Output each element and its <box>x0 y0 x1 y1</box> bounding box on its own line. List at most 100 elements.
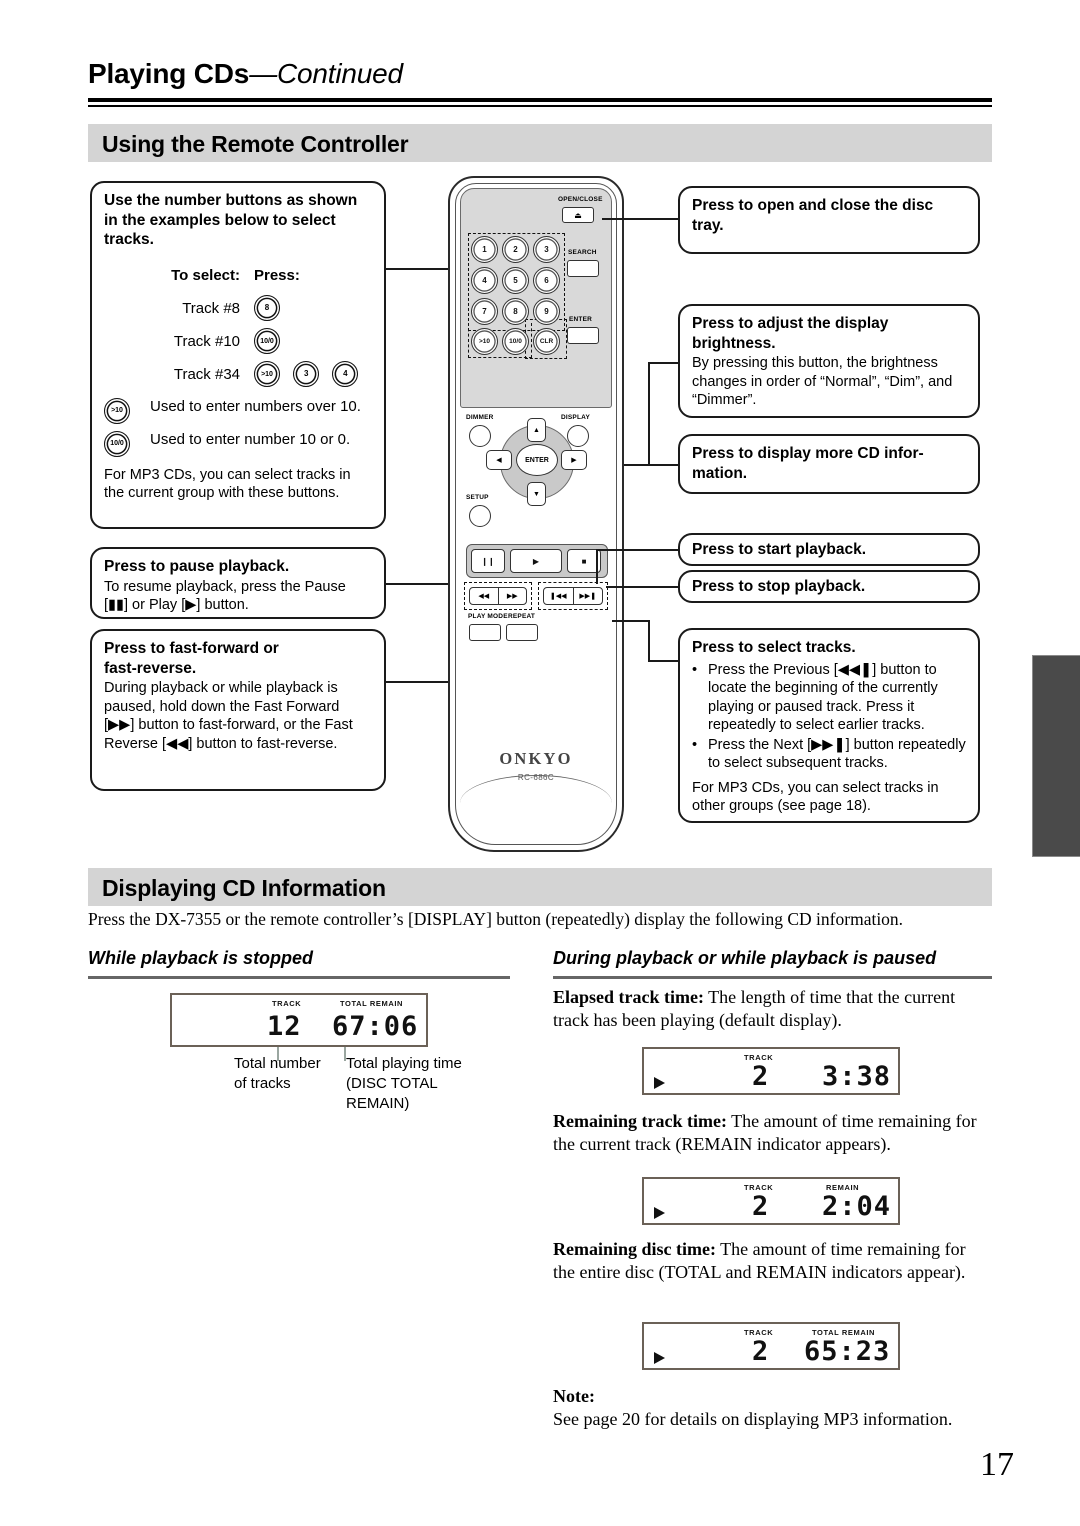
callout-select-tracks-heading: Press to select tracks. <box>692 639 856 656</box>
dpad-right-button[interactable]: ▶ <box>561 450 587 470</box>
remote-key-6[interactable]: 6 <box>533 267 560 294</box>
callout-ff-heading-line1: Press to fast-forward or <box>104 640 279 657</box>
remote-key-over-ten[interactable]: >10 <box>471 328 498 355</box>
lcd-time-value: 65:23 <box>804 1336 891 1367</box>
remote-key-9[interactable]: 9 <box>533 298 560 325</box>
connector-line <box>648 660 678 662</box>
connector-line <box>602 218 678 220</box>
remote-key-icon-3: 3 <box>293 360 320 387</box>
connector-line <box>648 620 650 662</box>
manual-page: Playing CDs—Continued Using the Remote C… <box>0 0 1080 1526</box>
lcd-display-elapsed: TRACK 2 3:38 <box>642 1047 900 1095</box>
remote-key-4[interactable]: 4 <box>471 267 498 294</box>
term-remaining-disc-time: Remaining disc time: <box>553 1239 716 1259</box>
play-indicator-icon <box>654 1352 665 1364</box>
page-number: 17 <box>980 1446 1014 1483</box>
callout-start-playback: Press to start playback. <box>678 533 980 566</box>
dimmer-label: DIMMER <box>466 414 494 421</box>
table-row: Track #10 10/0 <box>104 325 372 358</box>
remote-key-3[interactable]: 3 <box>533 236 560 263</box>
open-close-button[interactable]: ⏏ <box>562 207 594 223</box>
search-button[interactable] <box>567 260 599 277</box>
callout-number-buttons: Use the number buttons as shown in the e… <box>90 181 386 529</box>
callout-open-close-heading: Press to open and close the disc tray. <box>692 197 934 234</box>
bullet-icon: • <box>692 661 698 678</box>
remote-bottom-arc <box>460 775 612 838</box>
play-button[interactable]: ▶ <box>510 549 562 573</box>
connector-line <box>648 362 650 465</box>
remote-key-clear[interactable]: CLR <box>533 328 560 355</box>
display-label: DISPLAY <box>561 414 590 421</box>
section-heading-remote-label: Using the Remote Controller <box>102 131 409 157</box>
callout-ff-body: During playback or while playback is pau… <box>104 680 353 752</box>
repeat-button[interactable] <box>506 624 538 641</box>
legend-icon-wrap: 10/0 <box>104 430 150 457</box>
note-label: Note: <box>553 1386 595 1406</box>
fast-forward-button[interactable]: ▶▶ <box>497 588 527 604</box>
subheading-while-stopped: While playback is stopped <box>88 948 314 968</box>
dpad-left-button[interactable]: ◀ <box>486 450 512 470</box>
callout-select-tracks-bullet: • Press the Next [▶▶❚] button repeatedly… <box>692 736 966 773</box>
section-heading-display: Displaying CD Information <box>88 868 992 906</box>
remote-key-2[interactable]: 2 <box>502 236 529 263</box>
skip-button-group[interactable]: ❚◀◀ ▶▶❚ <box>543 587 603 605</box>
lcd-track-value: 2 <box>752 1191 770 1222</box>
callout-start-playback-heading: Press to start playback. <box>692 541 867 558</box>
callout-select-tracks: Press to select tracks. • Press the Prev… <box>678 628 980 823</box>
remote-key-7[interactable]: 7 <box>471 298 498 325</box>
table-row: Track #34 >10 3 4 <box>104 358 372 391</box>
callout-pause-heading: Press to pause playback. <box>104 558 290 575</box>
display-button[interactable] <box>567 425 589 447</box>
lcd-display-remaining-track: TRACK REMAIN 2 2:04 <box>642 1177 900 1225</box>
table-header-row: To select: Press: <box>104 259 372 292</box>
callout-display-brightness: Press to adjust the display brightness. … <box>678 304 980 418</box>
term-elapsed-track-time: Elapsed track time: <box>553 987 704 1007</box>
next-track-button[interactable]: ▶▶❚ <box>572 588 603 604</box>
pause-button[interactable]: ❙❙ <box>471 549 505 573</box>
table-row: Track #8 8 <box>104 292 372 325</box>
remote-key-ten-zero[interactable]: 10/0 <box>502 328 529 355</box>
remote-key-1[interactable]: 1 <box>471 236 498 263</box>
onkyo-logo: ONKYO <box>499 749 573 768</box>
dpad-up-button[interactable]: ▲ <box>527 418 546 442</box>
setup-label: SETUP <box>466 494 489 501</box>
callout-brightness-body: By pressing this button, the brightness … <box>692 355 953 409</box>
section-heading-remote: Using the Remote Controller <box>88 124 992 162</box>
connector-line <box>606 586 678 588</box>
remote-key-icon-8: 8 <box>254 295 280 322</box>
enter-center-button[interactable]: ENTER <box>516 444 558 476</box>
callout-stop-playback-heading: Press to stop playback. <box>692 578 866 595</box>
callout-more-cd-information: Press to display more CD infor-mation. <box>678 434 980 494</box>
remote-key-8[interactable]: 8 <box>502 298 529 325</box>
lcd-indicator-total-remain: TOTAL REMAIN <box>340 999 404 1008</box>
track-select-table: To select: Press: Track #8 8 Track #10 1… <box>104 259 372 391</box>
enter-side-button[interactable] <box>567 327 599 344</box>
legend-icon-wrap: >10 <box>104 397 150 424</box>
scan-button-group[interactable]: ◀◀ ▶▶ <box>469 587 527 605</box>
play-mode-button[interactable] <box>469 624 501 641</box>
callout-select-tracks-note: For MP3 CDs, you can select tracks in ot… <box>692 779 939 815</box>
previous-track-button[interactable]: ❚◀◀ <box>544 588 573 604</box>
lcd-indicator-track: TRACK <box>272 999 302 1008</box>
note-text: See page 20 for details on displaying MP… <box>553 1409 953 1429</box>
dpad-down-button[interactable]: ▼ <box>527 482 546 506</box>
remote-model-number: RC-686C <box>517 773 555 782</box>
remote-key-5[interactable]: 5 <box>502 267 529 294</box>
caption-total-tracks: Total number of tracks <box>234 1054 338 1094</box>
lcd-display-remaining-disc: TRACK TOTAL REMAIN 2 65:23 <box>642 1322 900 1370</box>
caption-line: (DISC TOTAL <box>346 1074 438 1092</box>
setup-button[interactable] <box>469 505 491 527</box>
remote-key-icon-over-ten: >10 <box>254 361 280 388</box>
play-mode-label: PLAY MODE <box>468 613 508 620</box>
enter-side-label: ENTER <box>569 316 593 323</box>
dimmer-button[interactable] <box>469 425 491 447</box>
fast-reverse-button[interactable]: ◀◀ <box>470 588 498 604</box>
caption-line: Total playing time <box>346 1055 462 1072</box>
lcd-display-stopped: TRACK TOTAL REMAIN 12 67:06 <box>170 993 428 1047</box>
bullet-text: Press the Next [▶▶❚] button repeatedly t… <box>708 736 966 772</box>
repeat-label: REPEAT <box>508 613 536 620</box>
page-edge-tab <box>1032 655 1080 857</box>
legend-ten-zero: 10/0 Used to enter number 10 or 0. <box>104 430 372 457</box>
connector-line <box>624 464 678 466</box>
callout-open-close-tray: Press to open and close the disc tray. <box>678 186 980 254</box>
